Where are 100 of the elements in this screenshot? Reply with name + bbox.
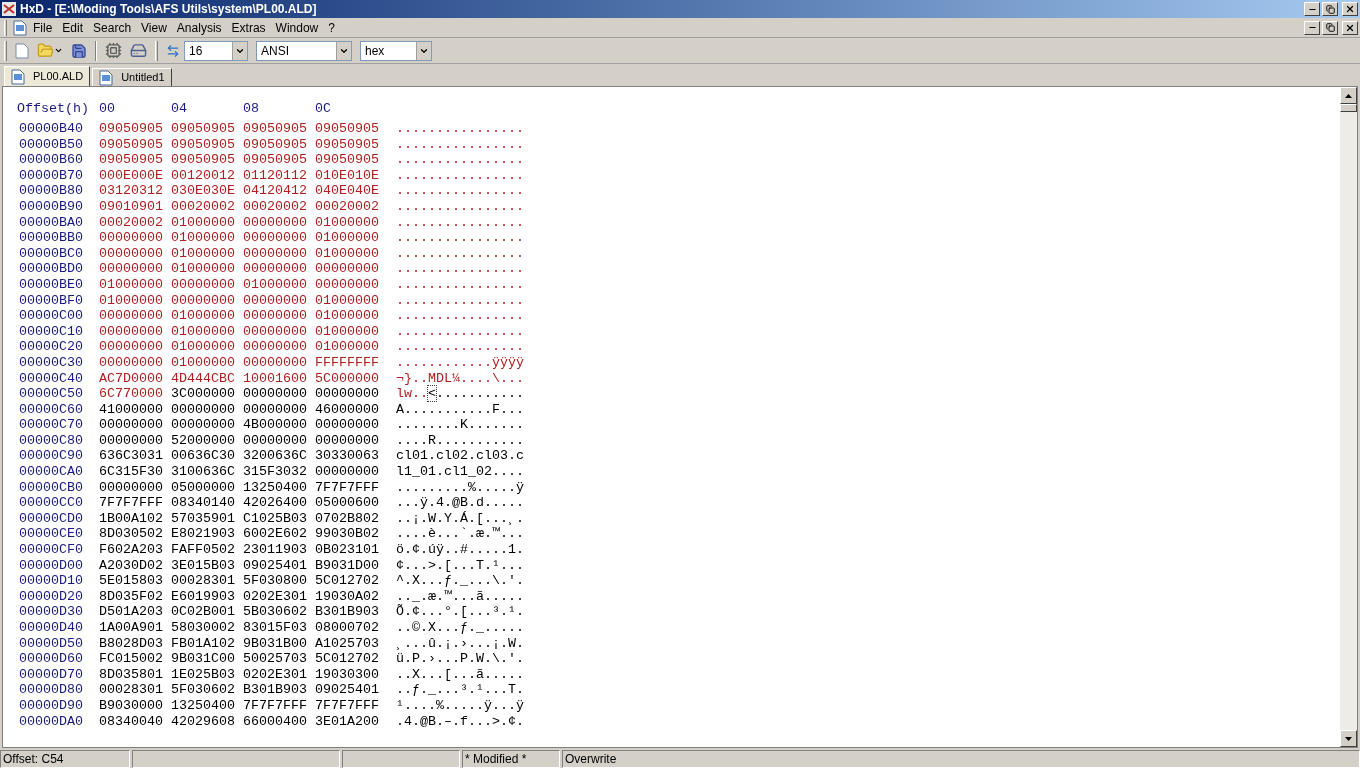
scrollbar[interactable] bbox=[1340, 87, 1357, 747]
hex-bytes: 00000000 bbox=[243, 292, 308, 309]
hex-bytes: 00000000 bbox=[243, 308, 308, 324]
row-offset: 00000D00 bbox=[18, 557, 84, 574]
hex-bytes: 08340140 bbox=[171, 495, 236, 511]
row-offset: 00000BE0 bbox=[18, 276, 84, 293]
hex-bytes: 42029608 bbox=[171, 713, 236, 730]
hex-bytes: A1025703 bbox=[315, 635, 380, 652]
hex-bytes: 23011903 bbox=[243, 542, 308, 558]
hex-bytes: 08340040 bbox=[99, 713, 164, 730]
document-restore-button[interactable] bbox=[1322, 20, 1338, 35]
hex-bytes: 01000000 bbox=[315, 245, 380, 262]
row-offset: 00000C60 bbox=[18, 401, 84, 418]
save-icon[interactable] bbox=[71, 42, 87, 59]
menu-item[interactable]: Edit bbox=[58, 18, 88, 37]
hex-bytes: 3E015B03 bbox=[171, 557, 236, 574]
menu-item[interactable]: Analysis bbox=[172, 18, 226, 37]
row-offset: 00000D70 bbox=[18, 666, 84, 683]
scroll-down-icon bbox=[1345, 736, 1352, 741]
ascii-text: ................ bbox=[395, 198, 524, 215]
menu-item[interactable]: View bbox=[137, 18, 171, 37]
hex-bytes: 4B000000 bbox=[243, 417, 308, 433]
hex-bytes: 00636C30 bbox=[171, 448, 236, 465]
row-offset: 00000BA0 bbox=[18, 214, 84, 231]
hex-bytes: 00000000 bbox=[243, 214, 308, 231]
dropdown[interactable]: hex bbox=[360, 40, 432, 61]
scrollbar-thumb[interactable] bbox=[1340, 104, 1357, 112]
hex-bytes: 9B031B00 bbox=[243, 635, 308, 652]
hex-bytes: 00000000 bbox=[315, 276, 380, 293]
ascii-text: ¬}..MDL¼....\... bbox=[395, 370, 524, 387]
hex-bytes: 7F7F7FFF bbox=[315, 479, 380, 496]
hex-bytes: 0202E301 bbox=[243, 588, 308, 605]
hex-bytes: FB01A102 bbox=[171, 635, 236, 652]
row-offset: 00000D30 bbox=[18, 604, 84, 620]
row-offset: 00000C90 bbox=[18, 448, 84, 465]
hex-bytes: 00020002 bbox=[171, 198, 236, 215]
offset-header: Offset(h) bbox=[17, 101, 90, 118]
hex-bytes: 5C000000 bbox=[315, 370, 380, 387]
hex-bytes: 00020002 bbox=[99, 214, 164, 231]
hex-bytes: 01000000 bbox=[171, 354, 236, 371]
ascii-text: .........%.....ÿ bbox=[395, 479, 524, 496]
ascii-text: A...........F... bbox=[395, 401, 524, 418]
hex-bytes: 010E010E bbox=[315, 167, 380, 184]
hex-bytes: 66000400 bbox=[243, 713, 308, 730]
close-icon bbox=[1345, 22, 1355, 33]
scroll-up-icon bbox=[1345, 93, 1352, 98]
hex-bytes: 00000000 bbox=[315, 386, 380, 402]
ascii-text: ................ bbox=[395, 261, 524, 277]
hex-bytes: 13250400 bbox=[171, 697, 236, 714]
chip-icon[interactable] bbox=[105, 42, 122, 59]
hex-bytes: AC7D0000 bbox=[99, 370, 164, 387]
menu-item[interactable]: ? bbox=[324, 18, 339, 37]
hex-bytes: 00000000 bbox=[243, 230, 308, 246]
ascii-text: ................ bbox=[395, 214, 524, 231]
hex-bytes: 00000000 bbox=[99, 308, 164, 324]
row-offset: 00000B70 bbox=[18, 167, 84, 184]
hex-bytes: 01000000 bbox=[243, 276, 308, 293]
document-close-button[interactable] bbox=[1342, 20, 1358, 35]
hex-bytes: 1A00A901 bbox=[99, 620, 164, 636]
hex-bytes: 09050905 bbox=[99, 136, 164, 153]
ascii-text: ¢...>.[...T.¹... bbox=[395, 557, 524, 574]
hex-bytes: 00020002 bbox=[243, 198, 308, 215]
hex-bytes: 01000000 bbox=[315, 308, 380, 324]
menu-item[interactable]: Search bbox=[89, 18, 136, 37]
menu-item[interactable]: Window bbox=[271, 18, 323, 37]
hex-bytes: 99030B02 bbox=[315, 526, 380, 543]
hex-bytes: 00000000 bbox=[99, 354, 164, 371]
document-minimize-button[interactable] bbox=[1304, 20, 1320, 35]
hex-bytes: 00000000 bbox=[315, 261, 380, 277]
hex-bytes: 315F3032 bbox=[243, 464, 308, 480]
window-minimize-button[interactable] bbox=[1304, 2, 1320, 16]
hex-bytes: 83015F03 bbox=[243, 620, 308, 636]
row-offset: 00000B50 bbox=[18, 136, 84, 153]
hex-bytes: FAFF0502 bbox=[171, 542, 236, 558]
ascii-text: ..¡.W.Y.Á.[...¸. bbox=[395, 510, 524, 527]
caret-icon[interactable] bbox=[54, 46, 63, 55]
hex-bytes: 01000000 bbox=[171, 308, 236, 324]
dropdown[interactable]: ANSI bbox=[256, 40, 352, 61]
ascii-text: ................ bbox=[395, 183, 524, 199]
window-restore-button[interactable] bbox=[1322, 2, 1338, 16]
ascii-text: ................ bbox=[395, 167, 524, 184]
dropdown[interactable]: 16 bbox=[184, 40, 248, 61]
hex-bytes: 19030A02 bbox=[315, 588, 380, 605]
hex-bytes: 6002E602 bbox=[243, 526, 308, 543]
file-tab[interactable]: PL00.ALD bbox=[4, 66, 91, 86]
ascii-text: ...ÿ.4.@B.d..... bbox=[395, 495, 524, 511]
hex-bytes: 09050905 bbox=[171, 152, 236, 168]
hex-bytes: 09050905 bbox=[243, 152, 308, 168]
ascii-text: Õ.¢...°.[...³.¹. bbox=[395, 604, 524, 620]
hex-bytes: 7F7F7FFF bbox=[99, 495, 164, 511]
menu-item[interactable]: Extras bbox=[227, 18, 270, 37]
ascii-text: ¸...û.¡.›...¡.W. bbox=[395, 635, 524, 652]
hex-bytes: 00000000 bbox=[243, 401, 308, 418]
close-icon bbox=[1345, 4, 1355, 14]
menu-item[interactable]: File bbox=[29, 18, 57, 37]
ascii-text: ....R........... bbox=[395, 432, 524, 449]
hex-bytes: 01000000 bbox=[171, 245, 236, 262]
row-offset: 00000BD0 bbox=[18, 261, 84, 277]
hex-bytes: 0202E301 bbox=[243, 666, 308, 683]
window-close-button[interactable] bbox=[1342, 2, 1358, 16]
